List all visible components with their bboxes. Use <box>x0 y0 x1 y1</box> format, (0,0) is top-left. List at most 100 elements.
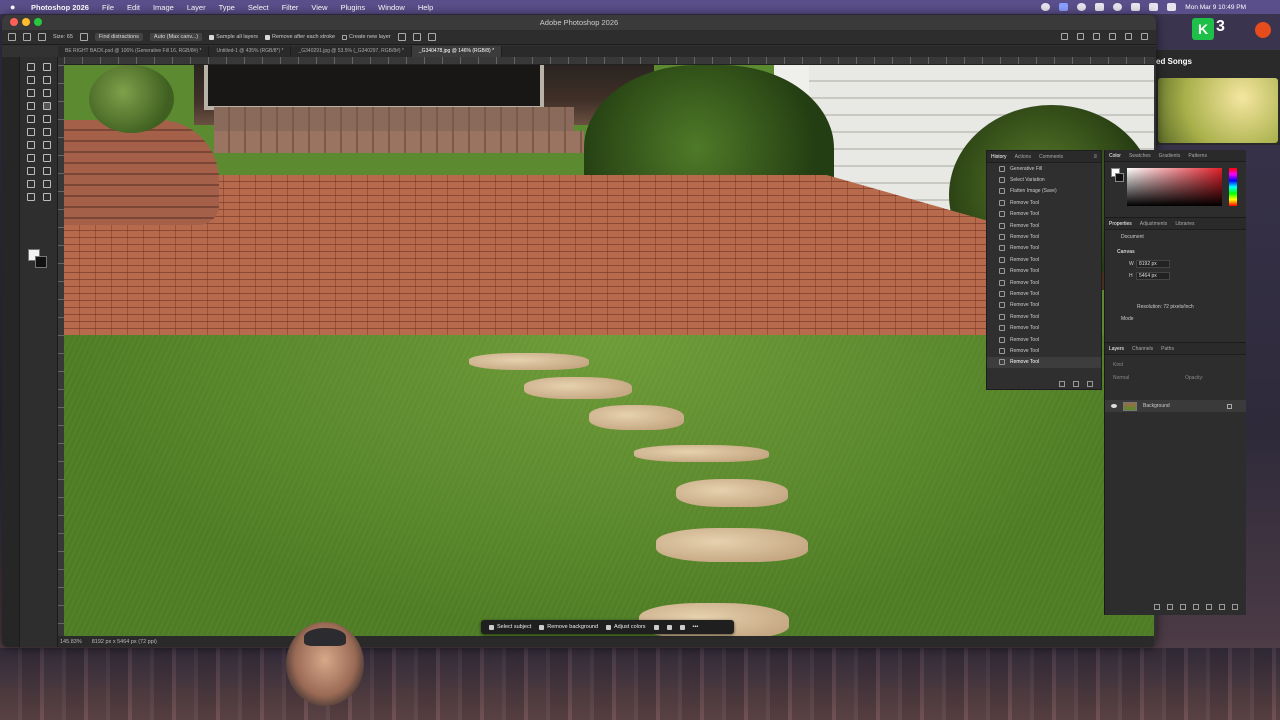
eraser-tool-icon[interactable] <box>42 128 51 136</box>
menu-help[interactable]: Help <box>418 3 433 12</box>
brush-tool-icon[interactable] <box>26 115 35 123</box>
zoom-level[interactable]: 145.83% <box>60 639 82 645</box>
layer-filter-kind[interactable]: Kind <box>1113 362 1123 368</box>
remove-after-stroke-checkbox[interactable]: Remove after each stroke <box>265 34 335 40</box>
move-tool-icon[interactable] <box>26 63 35 71</box>
display-icon[interactable] <box>1095 3 1105 11</box>
comment-icon[interactable] <box>397 33 406 41</box>
trash-icon[interactable] <box>1232 604 1238 610</box>
doc-tab-active[interactable]: _G340478.jpg @ 146% (RGB/8) * <box>411 46 503 57</box>
layer-row[interactable]: Background <box>1105 400 1246 412</box>
creative-cloud-icon[interactable] <box>1041 3 1051 11</box>
eyedropper-tool-icon[interactable] <box>26 102 35 110</box>
pen-tool-icon[interactable] <box>42 154 51 162</box>
history-item[interactable]: Generative Fill <box>987 163 1101 174</box>
color-background-swatch[interactable] <box>1115 173 1124 182</box>
menubar-datetime[interactable]: Mon Mar 9 10:49 PM <box>1185 4 1246 11</box>
history-item[interactable]: Remove Tool <box>987 266 1101 277</box>
menu-select[interactable]: Select <box>248 3 269 12</box>
width-field[interactable]: 8192 px <box>1136 260 1170 268</box>
lasso-tool-icon[interactable] <box>26 76 35 84</box>
path-select-tool-icon[interactable] <box>42 167 51 175</box>
history-item[interactable]: Remove Tool <box>987 209 1101 220</box>
layer-name[interactable]: Background <box>1143 403 1170 409</box>
pressure-icon[interactable] <box>79 33 88 41</box>
snapshot-icon[interactable] <box>1073 381 1079 387</box>
select-subject-button[interactable]: Select subject <box>489 624 531 630</box>
create-new-layer-checkbox[interactable]: Create new layer <box>342 34 391 40</box>
tab-paths[interactable]: Paths <box>1161 346 1174 352</box>
remove-background-button[interactable]: Remove background <box>539 624 598 630</box>
hue-slider[interactable] <box>1229 168 1237 206</box>
brush-preset-icon[interactable] <box>38 33 46 41</box>
notifications-icon[interactable] <box>1077 33 1084 40</box>
add-mask-icon[interactable] <box>1180 604 1186 610</box>
sample-all-layers-checkbox[interactable]: Sample all layers <box>209 34 258 40</box>
record-icon[interactable] <box>1077 3 1087 11</box>
maximize-window-button[interactable] <box>34 18 42 26</box>
commit-icon[interactable] <box>427 33 436 41</box>
type-tool-icon[interactable] <box>26 167 35 175</box>
hand-tool-icon[interactable] <box>42 180 51 188</box>
canvas-section-label[interactable]: Canvas <box>1117 249 1135 255</box>
tab-libraries[interactable]: Libraries <box>1175 221 1194 227</box>
mode-dropdown[interactable]: Auto (Max canv...) <box>149 33 203 41</box>
taskbar-extra-button[interactable] <box>653 624 659 630</box>
menu-plugins[interactable]: Plugins <box>341 3 366 12</box>
panel-layout-icon[interactable] <box>1141 33 1148 40</box>
workspace-icon[interactable] <box>1125 33 1132 40</box>
remove-tool-icon[interactable] <box>42 102 51 110</box>
new-document-from-state-icon[interactable] <box>1059 381 1065 387</box>
screen-share-icon[interactable] <box>1059 3 1069 11</box>
trash-icon[interactable] <box>1087 381 1093 387</box>
history-item[interactable]: Remove Tool <box>987 277 1101 288</box>
more-tools-icon[interactable] <box>42 193 51 201</box>
object-select-tool-icon[interactable] <box>42 76 51 84</box>
lock-icon[interactable] <box>1227 403 1232 409</box>
zoom-tool-icon[interactable] <box>26 193 35 201</box>
history-brush-tool-icon[interactable] <box>26 128 35 136</box>
doc-tab[interactable]: BE RIGHT BACK.psd @ 106% (Generative Fil… <box>58 46 210 57</box>
adjustment-layer-icon[interactable] <box>1193 604 1199 610</box>
marquee-tool-icon[interactable] <box>42 63 51 71</box>
frame-tool-icon[interactable] <box>42 89 51 97</box>
apple-icon[interactable]: ● <box>10 2 19 12</box>
history-item[interactable]: Remove Tool <box>987 197 1101 208</box>
adjust-colors-button[interactable]: Adjust colors <box>606 624 646 630</box>
background-color-swatch[interactable] <box>35 256 47 268</box>
visibility-eye-icon[interactable] <box>1111 404 1117 408</box>
history-item[interactable]: Remove Tool <box>987 322 1101 333</box>
menu-type[interactable]: Type <box>219 3 235 12</box>
gradient-tool-icon[interactable] <box>26 141 35 149</box>
menu-filter[interactable]: Filter <box>282 3 299 12</box>
home-icon[interactable] <box>8 33 16 41</box>
blur-tool-icon[interactable] <box>42 141 51 149</box>
dodge-tool-icon[interactable] <box>26 154 35 162</box>
history-item[interactable]: Remove Tool <box>987 231 1101 242</box>
more-options-icon[interactable]: ••• <box>693 624 699 630</box>
wifi-icon[interactable] <box>1131 3 1141 11</box>
history-item[interactable]: Remove Tool <box>987 288 1101 299</box>
history-item[interactable]: Select Variation <box>987 174 1101 185</box>
clock-icon[interactable] <box>1113 3 1123 11</box>
menu-edit[interactable]: Edit <box>127 3 140 12</box>
doc-tab[interactable]: Untitled-1 @ 435% (RGB/8*) * <box>209 46 292 57</box>
layer-style-icon[interactable] <box>1167 604 1173 610</box>
panel-menu-icon[interactable]: ≡ <box>1093 154 1097 160</box>
menu-app-name[interactable]: Photoshop 2026 <box>31 3 89 12</box>
history-item[interactable]: Remove Tool <box>987 254 1101 265</box>
new-layer-icon[interactable] <box>1219 604 1225 610</box>
tab-comments[interactable]: Comments <box>1039 154 1063 160</box>
opacity-label[interactable]: Opacity: <box>1185 375 1203 381</box>
history-item[interactable]: Remove Tool <box>987 300 1101 311</box>
remove-tool-icon[interactable] <box>23 33 31 41</box>
menu-view[interactable]: View <box>311 3 327 12</box>
history-item[interactable]: Remove Tool <box>987 243 1101 254</box>
new-group-icon[interactable] <box>1206 604 1212 610</box>
shape-tool-icon[interactable] <box>26 180 35 188</box>
history-item[interactable]: Remove Tool <box>987 356 1101 369</box>
tab-swatches[interactable]: Swatches <box>1129 153 1151 159</box>
tab-adjustments[interactable]: Adjustments <box>1140 221 1168 227</box>
crop-tool-icon[interactable] <box>26 89 35 97</box>
tab-channels[interactable]: Channels <box>1132 346 1153 352</box>
